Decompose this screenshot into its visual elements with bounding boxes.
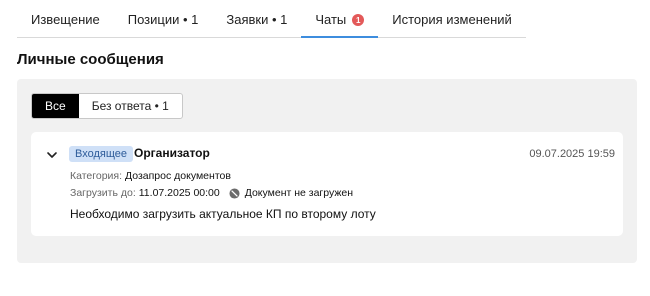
not-uploaded-icon: [229, 187, 240, 199]
tab-positions[interactable]: Позиции • 1: [113, 8, 213, 38]
upload-label: Загрузить до:: [70, 187, 136, 199]
chevron-down-icon[interactable]: [45, 148, 59, 162]
message-deadline: Загрузить до: 11.07.2025 00:00 Документ …: [70, 187, 353, 199]
category-value: Дозапрос документов: [125, 170, 231, 182]
message-sender: Организатор: [134, 146, 210, 160]
unread-badge: 1: [352, 14, 365, 26]
filter-unanswered-button[interactable]: Без ответа • 1: [79, 94, 182, 118]
message-date: 09.07.2025 19:59: [529, 148, 615, 160]
filter-group: Все Без ответа • 1: [31, 93, 183, 119]
tab-bar: Извещение Позиции • 1 Заявки • 1 Чаты 1 И…: [17, 8, 526, 38]
tab-history[interactable]: История изменений: [378, 8, 526, 38]
tab-applications[interactable]: Заявки • 1: [212, 8, 302, 38]
document-status: Документ не загружен: [244, 187, 354, 199]
upload-value: 11.07.2025 00:00: [138, 187, 220, 199]
tab-label: Заявки • 1: [226, 12, 288, 27]
filter-all-button[interactable]: Все: [32, 94, 79, 118]
message-text: Необходимо загрузить актуальное КП по вт…: [70, 207, 376, 221]
messages-panel: Все Без ответа • 1 Входящее Организатор …: [17, 79, 637, 263]
page-title: Личные сообщения: [17, 51, 164, 68]
incoming-tag: Входящее: [69, 146, 134, 162]
tab-chats[interactable]: Чаты 1: [301, 8, 379, 38]
tab-label: Извещение: [31, 12, 100, 27]
message-card[interactable]: Входящее Организатор 09.07.2025 19:59 Ка…: [31, 132, 623, 236]
tab-label: Позиции • 1: [127, 12, 199, 27]
tab-label: История изменений: [392, 12, 512, 27]
tab-label: Чаты: [315, 12, 347, 27]
message-category: Категория: Дозапрос документов: [70, 170, 231, 182]
tab-notice[interactable]: Извещение: [17, 8, 114, 38]
category-label: Категория:: [70, 170, 123, 182]
